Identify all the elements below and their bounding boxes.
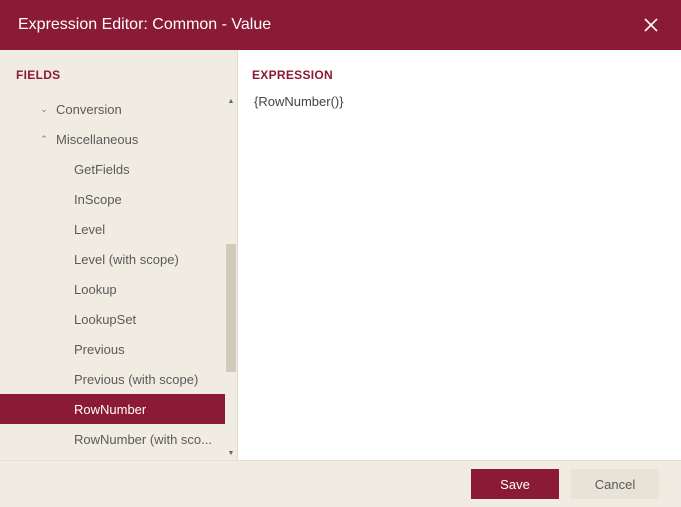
tree-item[interactable]: ⌃Miscellaneous [0,124,225,154]
titlebar: Expression Editor: Common - Value [0,0,681,50]
tree-item-label: Level [68,222,105,237]
tree-item-label: Lookup [68,282,117,297]
expression-panel: EXPRESSION {RowNumber()} [238,50,681,460]
tree-wrap: ⌄Conversion⌃MiscellaneousGetFieldsInScop… [0,94,237,460]
expression-heading: EXPRESSION [252,68,663,84]
tree-item-label: Previous (with scope) [68,372,198,387]
window-title: Expression Editor: Common - Value [18,16,271,34]
tree-item[interactable]: ⌄Conversion [0,94,225,124]
chevron-down-icon[interactable]: ⌄ [38,104,50,115]
tree-item[interactable]: Previous [0,334,225,364]
tree-item-label: RowNumber [68,402,146,417]
tree-item-label: InScope [68,192,122,207]
tree-item[interactable]: LookupSet [0,304,225,334]
tree-item[interactable]: Lookup [0,274,225,304]
scroll-down-icon[interactable]: ▼ [225,446,237,460]
tree-item-label: Previous [68,342,125,357]
scrollbar[interactable]: ▲ ▼ [225,94,237,460]
footer: Save Cancel [0,460,681,507]
tree-item[interactable]: Level (with scope) [0,244,225,274]
tree-item[interactable]: GetFields [0,154,225,184]
scroll-thumb[interactable] [226,244,236,372]
content-area: FIELDS ⌄Conversion⌃MiscellaneousGetField… [0,50,681,460]
scroll-up-icon[interactable]: ▲ [225,94,237,108]
tree-item[interactable]: RowNumber [0,394,225,424]
tree-item-label: GetFields [68,162,130,177]
fields-panel: FIELDS ⌄Conversion⌃MiscellaneousGetField… [0,50,238,460]
tree-item[interactable]: RowNumber (with sco... [0,424,225,454]
tree-item[interactable]: Previous (with scope) [0,364,225,394]
fields-heading: FIELDS [0,50,237,94]
chevron-up-icon[interactable]: ⌃ [38,134,50,145]
scroll-track[interactable] [225,108,237,446]
tree-item-label: LookupSet [68,312,136,327]
tree-item-label: Conversion [50,102,122,117]
fields-tree: ⌄Conversion⌃MiscellaneousGetFieldsInScop… [0,94,225,460]
tree-item[interactable]: InScope [0,184,225,214]
tree-item-label: Miscellaneous [50,132,138,147]
tree-item-label: RowNumber (with sco... [68,432,212,447]
tree-item-label: Level (with scope) [68,252,179,267]
expression-value[interactable]: {RowNumber()} [252,84,663,119]
save-button[interactable]: Save [471,469,559,499]
cancel-button[interactable]: Cancel [571,469,659,499]
close-icon[interactable] [639,13,663,37]
tree-item[interactable]: Level [0,214,225,244]
